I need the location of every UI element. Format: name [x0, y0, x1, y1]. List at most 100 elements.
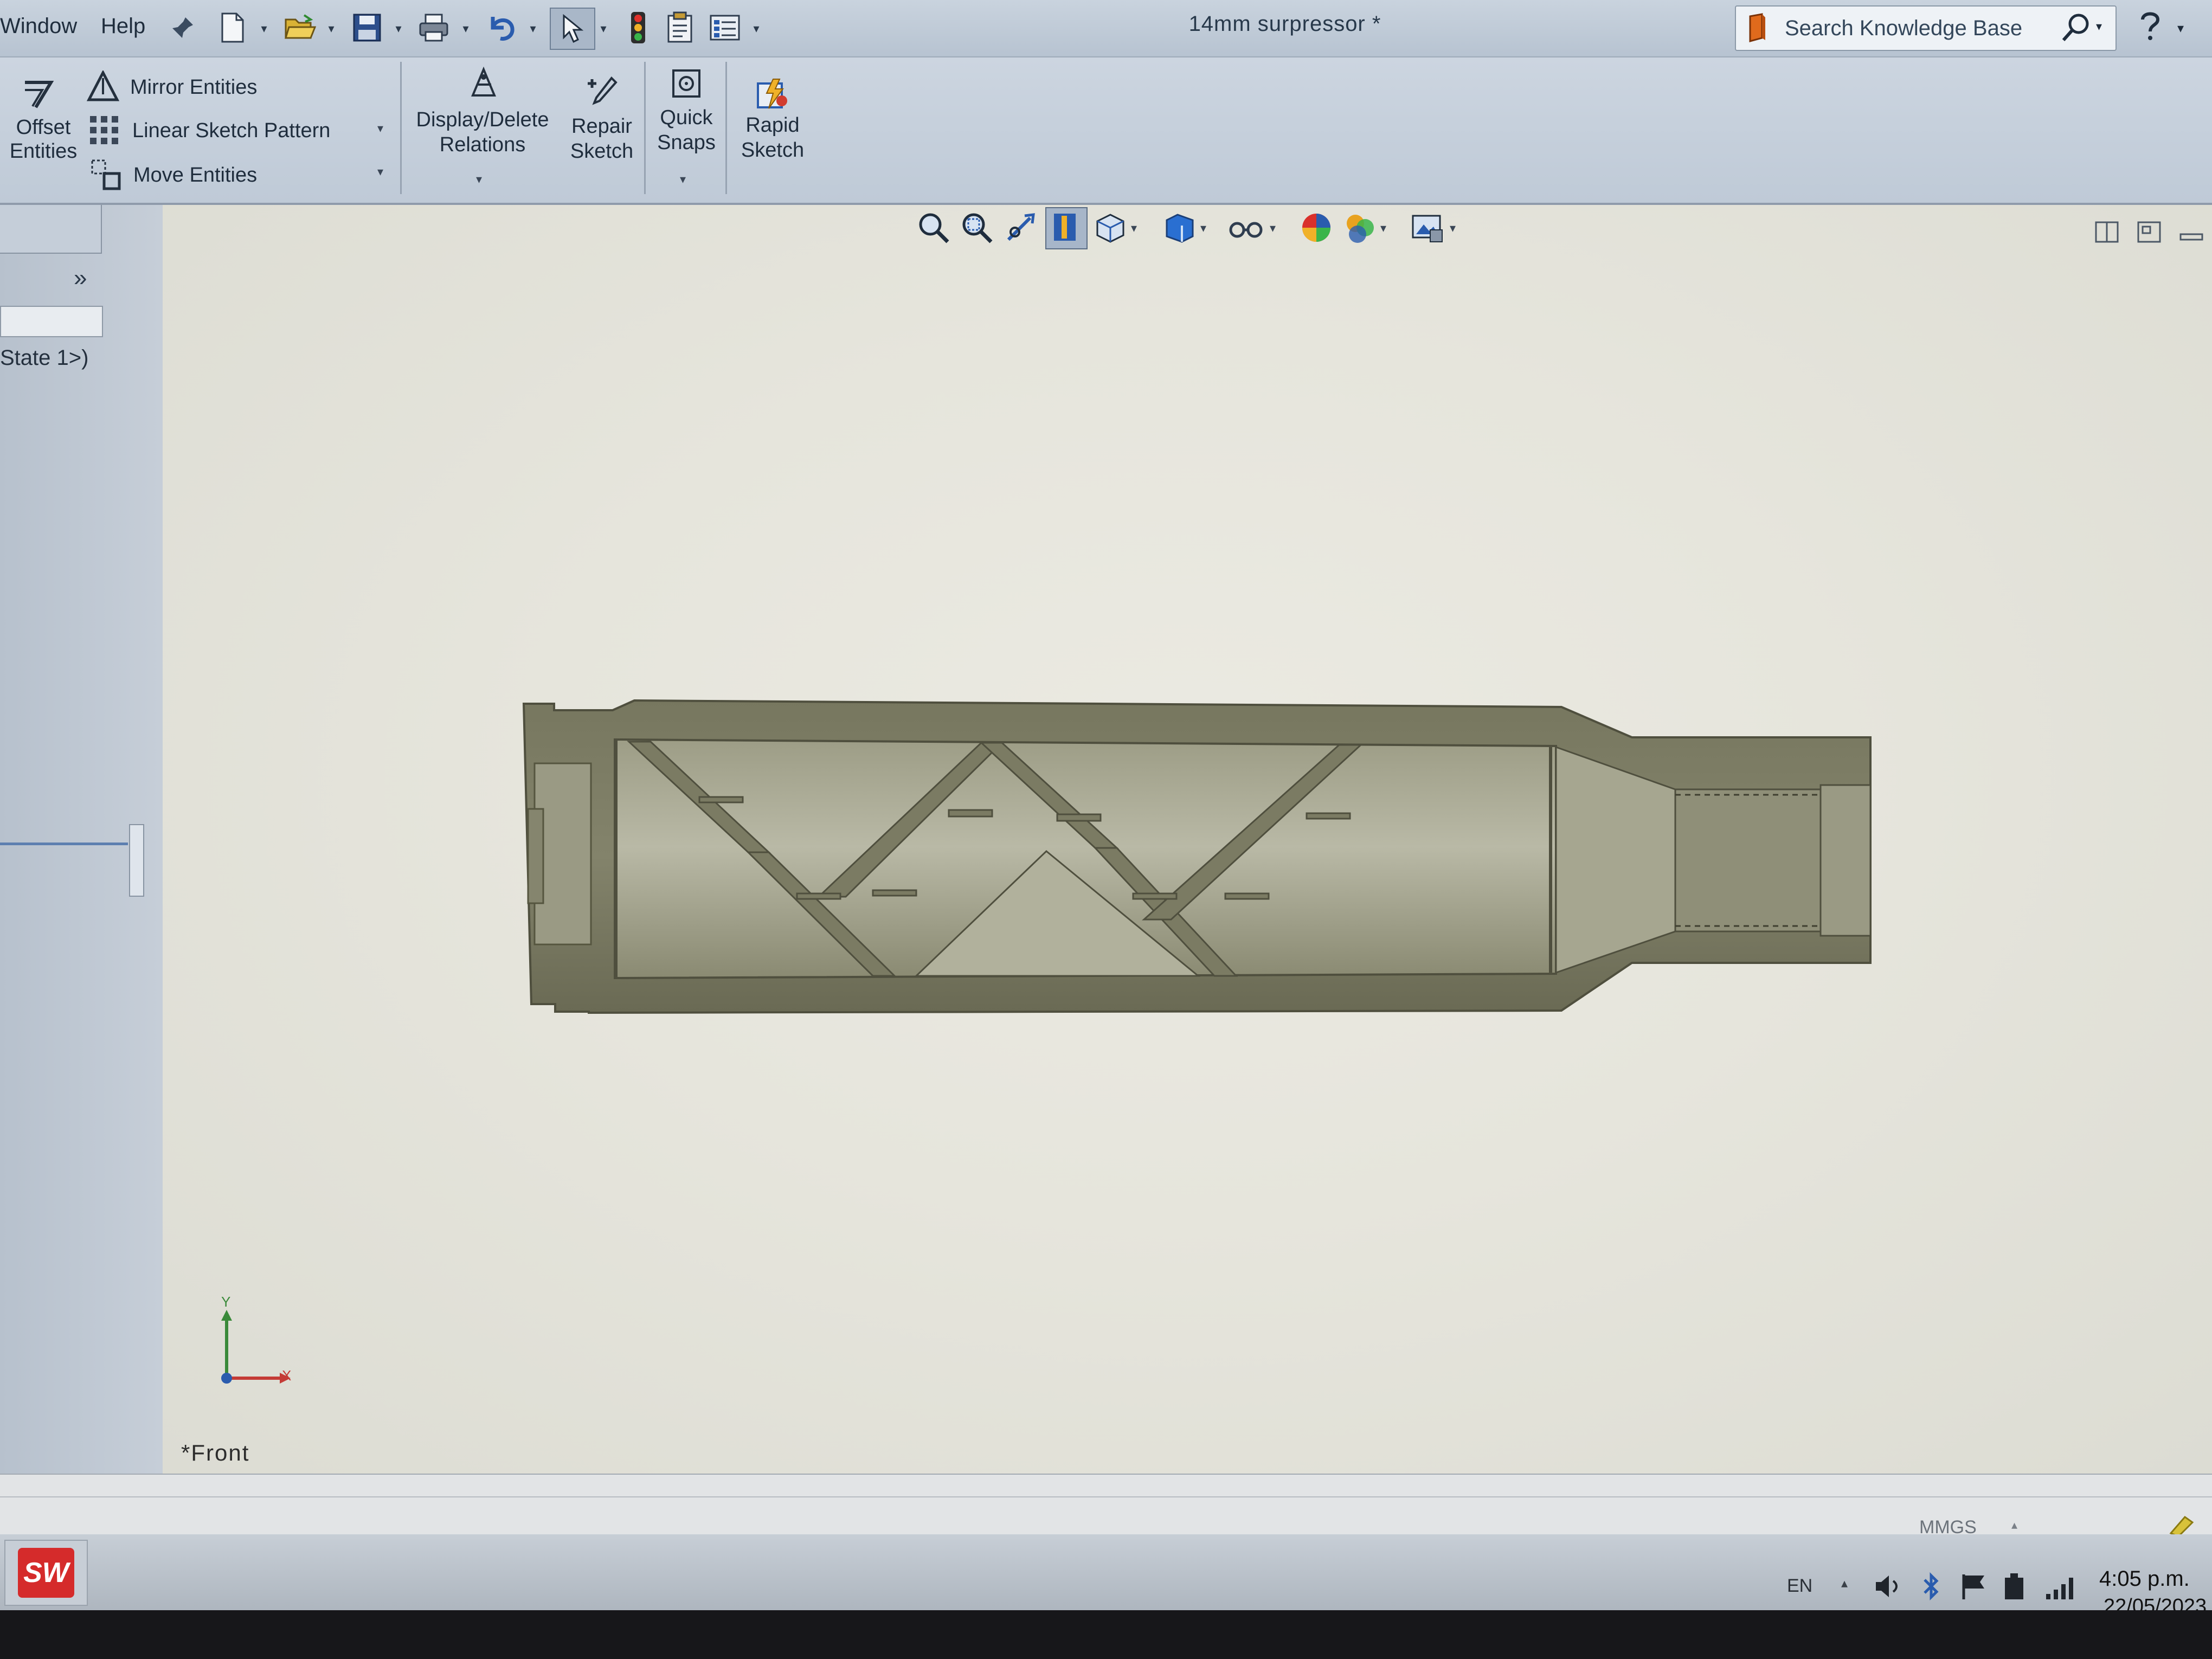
linear-sketch-pattern-label: Linear Sketch Pattern [132, 119, 331, 142]
triad-x-label: X [282, 1367, 292, 1384]
minimize-view-icon[interactable] [2178, 228, 2204, 248]
monitor-bezel [0, 1610, 2212, 1659]
apply-scene-dropdown-icon[interactable]: ▾ [1380, 221, 1386, 235]
zoom-to-fit-icon[interactable] [916, 210, 951, 248]
mirror-entities-icon [86, 69, 120, 106]
feature-manager-panel: » State 1>) [0, 205, 164, 1474]
mirror-entities-button[interactable]: Mirror Entities [86, 68, 390, 106]
pattern-dropdown-icon[interactable]: ▾ [377, 121, 383, 136]
save-icon[interactable] [347, 8, 387, 48]
panel-resize-handle[interactable] [129, 824, 144, 897]
input-language-indicator[interactable]: EN [1787, 1576, 1812, 1597]
hide-show-items-icon[interactable] [1229, 211, 1264, 247]
network-signal-icon[interactable] [2044, 1574, 2076, 1603]
power-battery-icon[interactable] [2001, 1571, 2028, 1604]
rebuild-icon[interactable] [618, 8, 658, 48]
previous-view-icon[interactable] [1003, 210, 1038, 248]
display-style-dropdown-icon[interactable]: ▾ [1200, 221, 1206, 235]
panel-tab-strip[interactable] [0, 205, 102, 254]
volume-icon[interactable] [1874, 1572, 1904, 1603]
muzzle-counterbore [1819, 784, 1872, 937]
view-settings-dropdown-icon[interactable]: ▾ [1450, 221, 1456, 235]
relations-dropdown-icon[interactable]: ▾ [476, 172, 482, 187]
view-settings-icon[interactable] [1410, 210, 1444, 248]
new-document-icon[interactable] [213, 8, 253, 48]
print-icon[interactable] [414, 8, 454, 48]
pin-icon[interactable] [163, 8, 203, 48]
panel-filter-field[interactable] [0, 306, 103, 337]
solidworks-taskbar-button[interactable]: SW [4, 1540, 88, 1606]
undo-icon[interactable] [481, 8, 522, 48]
help-dropdown-icon[interactable]: ▾ [2177, 21, 2184, 36]
document-title: 14mm surpressor * [1188, 12, 1381, 36]
knowledge-base-book-icon [1747, 13, 1769, 46]
display-delete-relations-label-2: Relations [439, 133, 526, 156]
repair-sketch-icon [584, 74, 619, 111]
file-properties-icon[interactable] [660, 8, 700, 48]
move-entities-icon [90, 158, 123, 194]
heads-up-view-toolbar: ▾ ▾ ▾ ▾ ▾ [916, 207, 1491, 250]
new-dropdown-icon[interactable]: ▾ [257, 22, 271, 36]
coordinate-triad: Y X [213, 1294, 310, 1392]
view-name-label: *Front [181, 1440, 250, 1465]
open-folder-icon[interactable] [280, 8, 320, 48]
surpressor-section-model[interactable] [515, 689, 1881, 1025]
display-delete-relations-button[interactable]: Display/Delete Relations ▾ [407, 66, 558, 191]
solidworks-logo-icon: SW [18, 1548, 74, 1598]
title-bar: Window Help ▾ ▾ ▾ ▾ ▾ ▾ ▾ 14mm surpresso [0, 0, 2212, 57]
search-icon[interactable] [2059, 12, 2092, 47]
triad-y-label: Y [221, 1294, 231, 1310]
zoom-to-area-icon[interactable] [960, 210, 994, 248]
display-delete-relations-label-1: Display/Delete [416, 108, 549, 131]
clock-time[interactable]: 4:05 p.m. [2099, 1567, 2190, 1591]
view-orientation-icon[interactable] [1093, 210, 1128, 248]
quick-snaps-dropdown-icon[interactable]: ▾ [680, 172, 686, 187]
show-hidden-icons-icon[interactable]: ▴ [1841, 1576, 1848, 1591]
options-dropdown-icon[interactable]: ▾ [749, 22, 763, 36]
apply-scene-icon[interactable] [1342, 210, 1377, 248]
mirror-entities-label: Mirror Entities [130, 76, 258, 99]
section-view-icon[interactable] [1045, 207, 1088, 249]
expand-panel-chevron-icon[interactable]: » [74, 265, 87, 292]
offset-entities-button[interactable]: Offset Entities [0, 74, 87, 182]
status-divider [0, 1496, 2212, 1497]
select-pointer-icon[interactable] [550, 8, 595, 50]
quick-snaps-button[interactable]: Quick Snaps ▾ [648, 66, 724, 191]
ribbon-separator [644, 62, 646, 194]
ribbon-separator [725, 62, 727, 194]
select-dropdown-icon[interactable]: ▾ [596, 22, 610, 36]
undo-dropdown-icon[interactable]: ▾ [526, 22, 540, 36]
display-style-icon[interactable] [1162, 210, 1197, 248]
repair-sketch-button[interactable]: Repair Sketch [564, 74, 640, 182]
restore-view-icon[interactable] [2136, 219, 2162, 248]
save-dropdown-icon[interactable]: ▾ [391, 22, 406, 36]
print-dropdown-icon[interactable]: ▾ [459, 22, 473, 36]
rapid-sketch-button[interactable]: Rapid Sketch [732, 77, 813, 185]
open-dropdown-icon[interactable]: ▾ [324, 22, 338, 36]
menu-window[interactable]: Window [0, 14, 77, 38]
search-knowledge-base-input[interactable]: Search Knowledge Base ▾ [1735, 5, 2117, 51]
bluetooth-icon[interactable] [1920, 1571, 1942, 1604]
quick-snaps-label-2: Snaps [657, 131, 716, 154]
hide-show-dropdown-icon[interactable]: ▾ [1270, 221, 1276, 235]
edit-appearance-icon[interactable] [1299, 210, 1334, 248]
offset-entities-icon [20, 74, 59, 115]
rapid-sketch-label-1: Rapid [745, 114, 800, 137]
menu-help[interactable]: Help [101, 14, 145, 38]
quick-snaps-label-1: Quick [660, 106, 713, 129]
move-dropdown-icon[interactable]: ▾ [377, 165, 383, 179]
view-orientation-dropdown-icon[interactable]: ▾ [1131, 221, 1137, 235]
panel-divider-line [0, 843, 128, 845]
repair-sketch-label-2: Sketch [570, 140, 634, 163]
action-center-flag-icon[interactable] [1959, 1572, 1990, 1604]
move-entities-button[interactable]: Move Entities ▾ [87, 155, 390, 193]
linear-pattern-icon [88, 114, 120, 149]
repair-sketch-label-1: Repair [571, 115, 632, 138]
split-view-icon[interactable] [2094, 219, 2120, 248]
help-icon[interactable] [2133, 9, 2168, 46]
offset-entities-label-2: Entities [9, 140, 78, 163]
search-dropdown-icon[interactable]: ▾ [2096, 20, 2102, 34]
options-icon[interactable] [705, 8, 745, 48]
units-dropdown-icon[interactable]: ▴ [2011, 1518, 2017, 1532]
linear-sketch-pattern-button[interactable]: Linear Sketch Pattern ▾ [87, 111, 390, 149]
